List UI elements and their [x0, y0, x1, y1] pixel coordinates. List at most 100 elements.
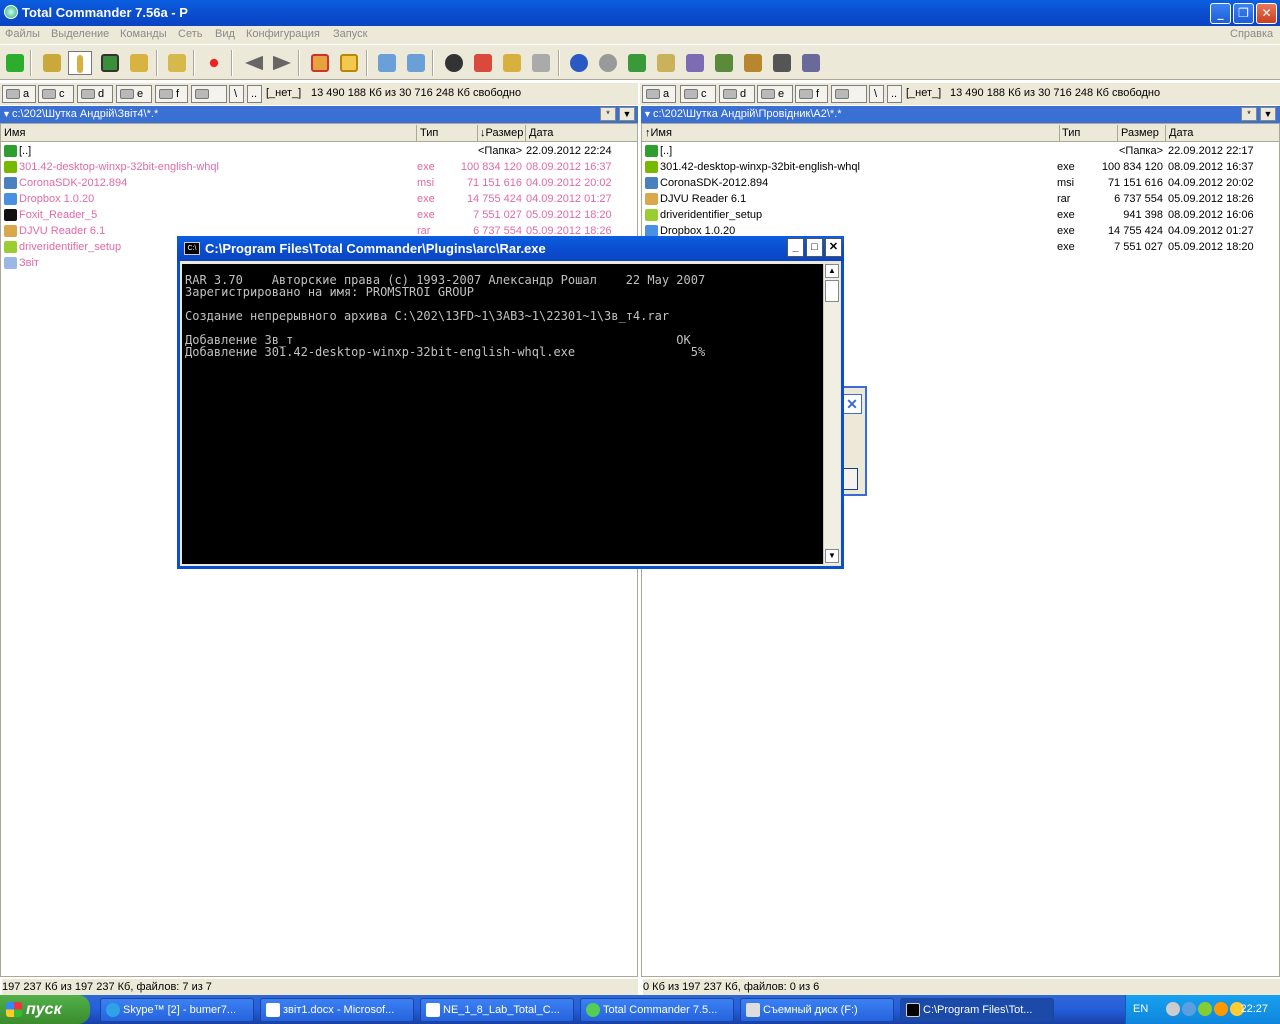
history-dropdown-icon[interactable]: ▼ [643, 106, 652, 122]
scroll-up-icon[interactable]: ▲ [825, 264, 839, 278]
unpack-icon[interactable] [337, 51, 361, 75]
column-type[interactable]: Тип [420, 127, 438, 139]
menu-network[interactable]: Сеть [178, 28, 202, 40]
pack-icon[interactable] [308, 51, 332, 75]
right-drive-a[interactable]: a [642, 85, 676, 103]
thumbnails-icon[interactable] [98, 51, 122, 75]
minimize-button[interactable]: _ [1210, 3, 1231, 24]
file-row[interactable]: 301.42-desktop-winxp-32bit-english-whql e… [1, 159, 637, 175]
console-maximize-button[interactable]: □ [806, 238, 823, 257]
notepad-icon[interactable] [654, 51, 678, 75]
search-icon[interactable] [442, 51, 466, 75]
url-icon[interactable] [404, 51, 428, 75]
column-type[interactable]: Тип [1062, 127, 1080, 139]
rar-console-window[interactable]: C:\ C:\Program Files\Total Commander\Plu… [177, 236, 844, 569]
column-size[interactable]: ↓Размер [480, 127, 523, 139]
left-drive-network[interactable] [191, 85, 227, 103]
forward-arrow-icon[interactable] [270, 51, 294, 75]
column-name[interactable]: ↑Имя [645, 127, 672, 139]
column-date[interactable]: Дата [1169, 127, 1193, 139]
left-drive-e[interactable]: e [116, 85, 152, 103]
menu-help[interactable]: Справка [1230, 28, 1273, 40]
right-drive-e[interactable]: e [757, 85, 793, 103]
right-drive-f[interactable]: f [795, 85, 828, 103]
left-up-button[interactable]: .. [247, 85, 262, 103]
right-path-bar[interactable]: ▼ c:\202\Шутка Андрій\Провідник\A2\*.* *… [641, 106, 1280, 123]
tool-settings-icon[interactable] [712, 51, 736, 75]
console-title-bar[interactable]: C:\ C:\Program Files\Total Commander\Plu… [177, 236, 844, 261]
sync-dirs-icon[interactable] [500, 51, 524, 75]
refresh-icon[interactable] [3, 51, 27, 75]
menu-launch[interactable]: Запуск [333, 28, 367, 40]
left-history-button[interactable]: ▼ [619, 107, 635, 121]
multi-rename-icon[interactable] [471, 51, 495, 75]
title-bar[interactable]: Total Commander 7.56a - P _ ❐ ✕ [0, 0, 1280, 26]
menu-selection[interactable]: Выделение [51, 28, 109, 40]
left-drive-c[interactable]: c [38, 85, 74, 103]
right-drive-d[interactable]: d [719, 85, 755, 103]
column-date[interactable]: Дата [529, 127, 553, 139]
left-path-bar[interactable]: ▼ c:\202\Шутка Андрій\Звіт4\*.* * ▼ [0, 106, 638, 123]
dialog-close-icon[interactable]: ✕ [842, 394, 862, 414]
menu-configuration[interactable]: Конфигурация [246, 28, 320, 40]
close-button[interactable]: ✕ [1256, 3, 1277, 24]
left-drive-a[interactable]: a [2, 85, 36, 103]
file-row[interactable]: driveridentifier_setup exe 941 398 08.09.20… [642, 207, 1279, 223]
task-removable-disk[interactable]: Съемный диск (F:) [740, 998, 894, 1022]
file-row[interactable]: 301.42-desktop-winxp-32bit-english-whql e… [642, 159, 1279, 175]
start-button[interactable]: пуск [0, 995, 90, 1024]
file-row[interactable]: Dropbox 1.0.20 exe 14 755 424 04.09.2012 01… [1, 191, 637, 207]
history-dropdown-icon[interactable]: ▼ [2, 106, 11, 122]
column-name[interactable]: Имя [4, 127, 25, 139]
tray-icon-2[interactable] [1182, 1002, 1196, 1016]
full-view-icon[interactable] [68, 51, 92, 75]
left-drive-d[interactable]: d [77, 85, 113, 103]
right-drive-c[interactable]: c [680, 85, 716, 103]
menu-view[interactable]: Вид [215, 28, 235, 40]
maximize-button[interactable]: ❐ [1233, 3, 1254, 24]
network-icon[interactable] [567, 51, 591, 75]
column-size[interactable]: Размер [1121, 127, 1159, 139]
console-close-button[interactable]: ✕ [825, 238, 842, 257]
tray-icon-4[interactable] [1214, 1002, 1228, 1016]
rar-tool-icon[interactable] [683, 51, 707, 75]
tray-icon-3[interactable] [1198, 1002, 1212, 1016]
tool-wizard-icon[interactable] [741, 51, 765, 75]
left-root-button[interactable]: \ [229, 85, 244, 103]
file-row[interactable]: Foxit_Reader_5 exe 7 551 027 05.09.2012 18:… [1, 207, 637, 223]
menu-commands[interactable]: Команды [120, 28, 167, 40]
tray-icon-1[interactable] [1166, 1002, 1180, 1016]
task-word-lab[interactable]: NE_1_8_Lab_Total_C... [420, 998, 574, 1022]
right-drive-network[interactable] [831, 85, 867, 103]
task-word-report[interactable]: звіт1.docx - Microsof... [260, 998, 414, 1022]
file-row[interactable]: [..] <Папка> 22.09.2012 22:24 [1, 143, 637, 159]
console-minimize-button[interactable]: _ [787, 238, 804, 257]
scroll-thumb[interactable] [825, 280, 839, 302]
copy-names-icon[interactable] [529, 51, 553, 75]
right-hotlist-button[interactable]: * [1241, 107, 1257, 121]
back-arrow-icon[interactable] [242, 51, 266, 75]
dialog-button[interactable] [842, 468, 858, 490]
calculator-icon[interactable] [770, 51, 794, 75]
task-console[interactable]: C:\Program Files\Tot... [900, 998, 1054, 1022]
right-history-button[interactable]: ▼ [1260, 107, 1276, 121]
compare-dirs-icon[interactable] [165, 51, 189, 75]
disconnect-icon[interactable] [625, 51, 649, 75]
task-total-commander[interactable]: Total Commander 7.5... [580, 998, 734, 1022]
right-up-button[interactable]: .. [887, 85, 902, 103]
console-scrollbar[interactable]: ▲ ▼ [823, 264, 840, 564]
file-row[interactable]: DJVU Reader 6.1 rar 6 737 554 05.09.2012 18… [642, 191, 1279, 207]
config-icon[interactable] [799, 51, 823, 75]
ftp-icon[interactable] [375, 51, 399, 75]
left-hotlist-button[interactable]: * [600, 107, 616, 121]
task-skype[interactable]: Skype™ [2] - bumer7... [100, 998, 254, 1022]
brief-view-icon[interactable] [40, 51, 64, 75]
file-row[interactable]: CoronaSDK-2012.894 msi 71 151 616 04.09.201… [1, 175, 637, 191]
file-row[interactable]: [..] <Папка> 22.09.2012 22:17 [642, 143, 1279, 159]
right-root-button[interactable]: \ [869, 85, 884, 103]
language-indicator[interactable]: EN [1133, 1003, 1148, 1015]
scroll-down-icon[interactable]: ▼ [825, 549, 839, 563]
select-icon[interactable] [202, 51, 226, 75]
file-row[interactable]: CoronaSDK-2012.894 msi 71 151 616 04.09.201… [642, 175, 1279, 191]
connect-icon[interactable] [596, 51, 620, 75]
